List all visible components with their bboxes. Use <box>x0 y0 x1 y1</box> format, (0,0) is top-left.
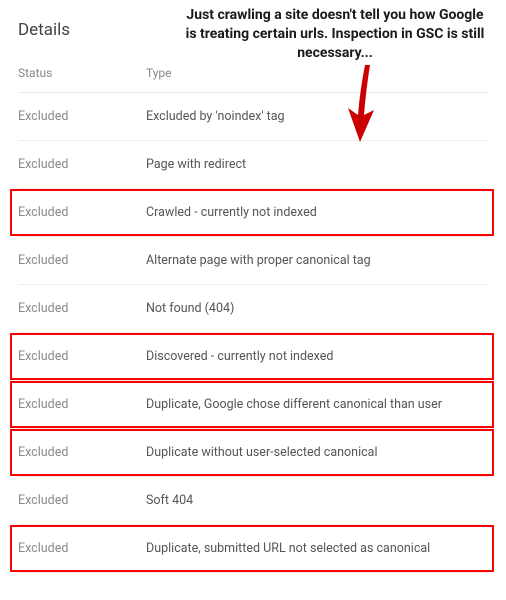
row-type: Duplicate, Google chose different canoni… <box>146 397 488 412</box>
row-type: Soft 404 <box>146 493 488 508</box>
annotation-text: Just crawling a site doesn't tell you ho… <box>185 6 485 63</box>
row-status: Excluded <box>18 397 146 412</box>
rows-container: ExcludedExcluded by 'noindex' tagExclude… <box>18 93 488 573</box>
row-status: Excluded <box>18 109 146 124</box>
row-status: Excluded <box>18 301 146 316</box>
table-row[interactable]: ExcludedDiscovered - currently not index… <box>18 333 488 381</box>
row-type: Not found (404) <box>146 301 488 316</box>
table-row[interactable]: ExcludedExcluded by 'noindex' tag <box>18 93 488 141</box>
table-row[interactable]: ExcludedDuplicate without user-selected … <box>18 429 488 477</box>
row-type: Duplicate, submitted URL not selected as… <box>146 541 488 556</box>
row-status: Excluded <box>18 493 146 508</box>
table-row[interactable]: ExcludedDuplicate, Google chose differen… <box>18 381 488 429</box>
table-row[interactable]: ExcludedAlternate page with proper canon… <box>18 237 488 285</box>
table-row[interactable]: ExcludedSoft 404 <box>18 477 488 525</box>
row-status: Excluded <box>18 541 146 556</box>
table-row[interactable]: ExcludedNot found (404) <box>18 285 488 333</box>
row-type: Crawled - currently not indexed <box>146 205 488 220</box>
row-status: Excluded <box>18 349 146 364</box>
row-status: Excluded <box>18 445 146 460</box>
row-type: Duplicate without user-selected canonica… <box>146 445 488 460</box>
row-status: Excluded <box>18 253 146 268</box>
header-status: Status <box>18 66 146 80</box>
table-row[interactable]: ExcludedDuplicate, submitted URL not sel… <box>18 525 488 573</box>
header-type: Type <box>146 66 488 80</box>
row-type: Alternate page with proper canonical tag <box>146 253 488 268</box>
row-status: Excluded <box>18 157 146 172</box>
row-type: Discovered - currently not indexed <box>146 349 488 364</box>
row-type: Excluded by 'noindex' tag <box>146 109 488 124</box>
row-type: Page with redirect <box>146 157 488 172</box>
table-row[interactable]: ExcludedCrawled - currently not indexed <box>18 189 488 237</box>
details-panel: Details Status Type ExcludedExcluded by … <box>0 0 506 589</box>
row-status: Excluded <box>18 205 146 220</box>
table-row[interactable]: ExcludedPage with redirect <box>18 141 488 189</box>
table-header: Status Type <box>18 66 488 93</box>
